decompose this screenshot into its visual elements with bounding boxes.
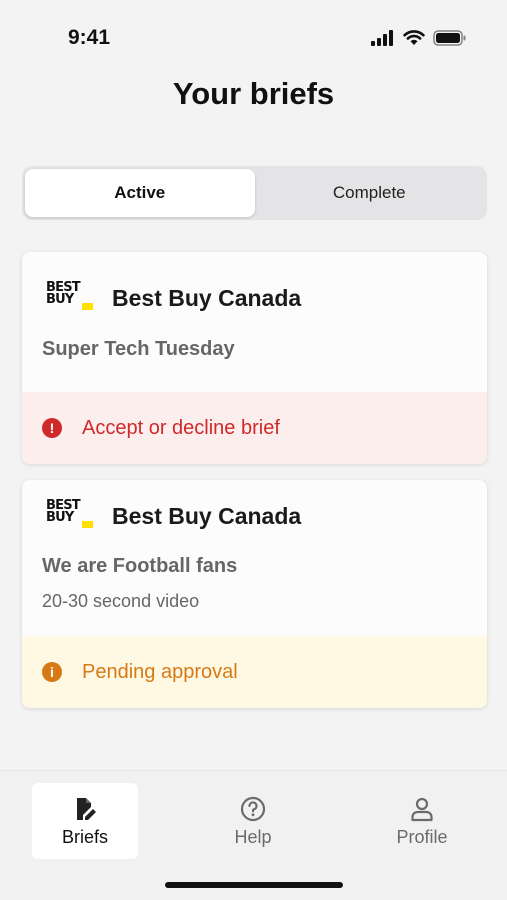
brief-card[interactable]: BEST BUY Best Buy Canada We are Football … (22, 480, 487, 708)
best-buy-logo: BEST BUY (46, 499, 94, 532)
person-icon (411, 797, 433, 821)
logo-tag (82, 521, 93, 528)
wifi-icon (403, 30, 425, 45)
signal-icon (371, 30, 393, 46)
alert-icon: ! (42, 418, 62, 438)
best-buy-logo: BEST BUY (46, 281, 94, 314)
home-indicator[interactable] (165, 882, 343, 888)
brand-row: BEST BUY Best Buy Canada (42, 252, 467, 344)
brief-card[interactable]: BEST BUY Best Buy Canada Super Tech Tuesd… (22, 252, 487, 464)
brand-name: Best Buy Canada (112, 502, 302, 529)
status-bar: 9:41 (0, 0, 507, 78)
tab-help[interactable]: Help (200, 783, 306, 859)
tab-active[interactable]: Active (25, 169, 255, 217)
document-edit-icon (77, 797, 96, 820)
status-text: Accept or decline brief (82, 416, 280, 439)
brief-title: We are Football fans (42, 555, 238, 577)
tab-label: Help (234, 826, 272, 847)
info-icon: i (42, 662, 62, 682)
segmented-control: Active Complete (22, 166, 487, 220)
status-text: Pending approval (82, 660, 238, 683)
logo-tag (82, 303, 93, 310)
brief-duration: 20-30 second video (42, 591, 200, 611)
brand-row: BEST BUY Best Buy Canada (42, 480, 467, 552)
page-title: Your briefs (172, 76, 335, 111)
battery-icon (433, 30, 466, 46)
brief-title: Super Tech Tuesday (42, 338, 235, 360)
status-time: 9:41 (68, 26, 111, 49)
tab-bar: Briefs Help Profile (0, 770, 507, 900)
tab-label: Briefs (61, 826, 108, 847)
brand-name: Best Buy Canada (112, 284, 302, 311)
status-icons (371, 30, 467, 46)
status-pending[interactable]: i Pending approval (22, 636, 487, 708)
tab-complete[interactable]: Complete (255, 169, 485, 217)
question-circle-icon (240, 796, 266, 821)
status-accept-decline[interactable]: ! Accept or decline brief (22, 392, 487, 464)
tab-briefs[interactable]: Briefs (32, 783, 138, 859)
tab-label: Profile (396, 826, 448, 847)
tab-profile[interactable]: Profile (369, 783, 475, 859)
